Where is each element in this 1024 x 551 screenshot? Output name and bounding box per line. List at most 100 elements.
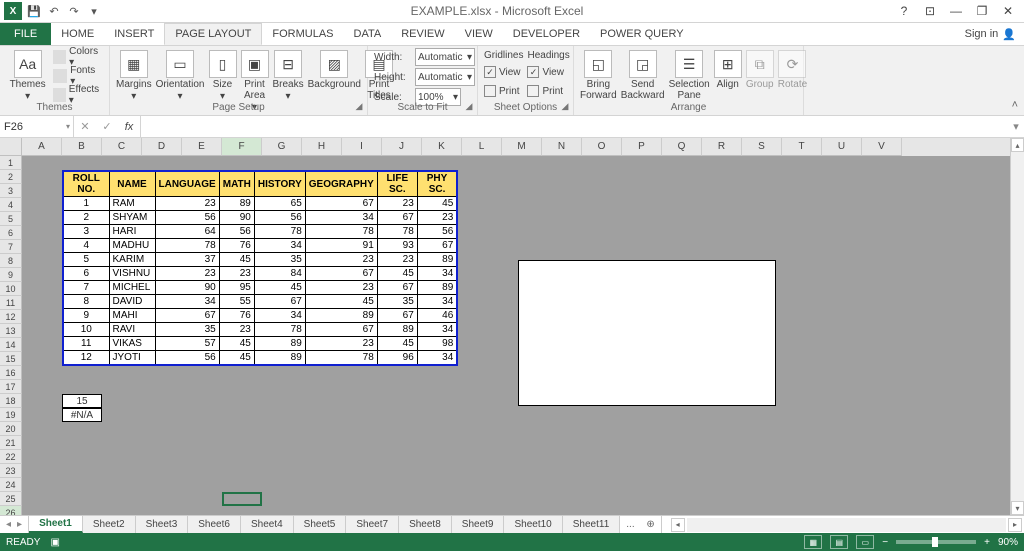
- cell-b19[interactable]: 15: [62, 394, 102, 408]
- col-header-V[interactable]: V: [862, 138, 902, 156]
- col-header-E[interactable]: E: [182, 138, 222, 156]
- table-cell[interactable]: 45: [219, 351, 254, 365]
- tab-insert[interactable]: INSERT: [104, 23, 164, 45]
- table-cell[interactable]: 45: [417, 197, 457, 211]
- col-header-T[interactable]: T: [782, 138, 822, 156]
- table-cell[interactable]: 67: [305, 267, 377, 281]
- minimize-icon[interactable]: —: [944, 1, 968, 21]
- sheet-tab-sheet7[interactable]: Sheet7: [346, 516, 399, 533]
- table-cell[interactable]: 95: [219, 281, 254, 295]
- table-cell[interactable]: 23: [305, 337, 377, 351]
- width-combo[interactable]: Automatic▾: [415, 48, 475, 66]
- col-header-N[interactable]: N: [542, 138, 582, 156]
- fonts-button[interactable]: Fonts ▾: [53, 67, 103, 85]
- hscroll-track[interactable]: [687, 518, 1006, 532]
- group-button[interactable]: ⧉Group: [746, 48, 774, 90]
- table-header[interactable]: NAME: [109, 171, 155, 197]
- sheet-tab-sheet5[interactable]: Sheet5: [294, 516, 347, 533]
- table-cell[interactable]: RAM: [109, 197, 155, 211]
- table-cell[interactable]: 8: [63, 295, 109, 309]
- table-cell[interactable]: 23: [155, 197, 219, 211]
- sheet-tab-sheet9[interactable]: Sheet9: [452, 516, 505, 533]
- scroll-down-icon[interactable]: ▾: [1011, 501, 1024, 515]
- table-cell[interactable]: 55: [219, 295, 254, 309]
- table-cell[interactable]: 10: [63, 323, 109, 337]
- cells-area[interactable]: Page 1 ROLL NO.NAMELANGUAGEMATHHISTORYGE…: [22, 156, 1010, 515]
- col-header-J[interactable]: J: [382, 138, 422, 156]
- sheet-tab-sheet4[interactable]: Sheet4: [241, 516, 294, 533]
- colors-button[interactable]: Colors ▾: [53, 48, 103, 66]
- row-header-11[interactable]: 11: [0, 296, 22, 310]
- tab-review[interactable]: REVIEW: [391, 23, 454, 45]
- send-backward-button[interactable]: ◲Send Backward: [621, 48, 665, 101]
- row-header-4[interactable]: 4: [0, 198, 22, 212]
- themes-button[interactable]: AaThemes▾: [6, 48, 49, 102]
- col-header-Q[interactable]: Q: [662, 138, 702, 156]
- row-header-12[interactable]: 12: [0, 310, 22, 324]
- row-header-20[interactable]: 20: [0, 422, 22, 436]
- zoom-level[interactable]: 90%: [998, 537, 1018, 548]
- table-cell[interactable]: 76: [219, 239, 254, 253]
- table-cell[interactable]: 90: [155, 281, 219, 295]
- table-cell[interactable]: 45: [305, 295, 377, 309]
- table-cell[interactable]: 90: [219, 211, 254, 225]
- sheet-tab-sheet8[interactable]: Sheet8: [399, 516, 452, 533]
- table-cell[interactable]: 84: [254, 267, 305, 281]
- row-header-17[interactable]: 17: [0, 380, 22, 394]
- gridlines-view-check[interactable]: ✓: [484, 66, 496, 78]
- col-header-O[interactable]: O: [582, 138, 622, 156]
- scroll-right-icon[interactable]: ▸: [1008, 518, 1022, 532]
- help-icon[interactable]: ?: [892, 1, 916, 21]
- table-cell[interactable]: JYOTI: [109, 351, 155, 365]
- row-header-10[interactable]: 10: [0, 282, 22, 296]
- table-header[interactable]: MATH: [219, 171, 254, 197]
- table-cell[interactable]: KARIM: [109, 253, 155, 267]
- new-sheet-icon[interactable]: ⊕: [641, 516, 661, 533]
- table-cell[interactable]: 3: [63, 225, 109, 239]
- background-button[interactable]: ▨Background: [308, 48, 361, 90]
- table-cell[interactable]: 98: [417, 337, 457, 351]
- row-header-13[interactable]: 13: [0, 324, 22, 338]
- table-cell[interactable]: MAHI: [109, 309, 155, 323]
- page-layout-view-icon[interactable]: ▤: [830, 535, 848, 549]
- table-cell[interactable]: 9: [63, 309, 109, 323]
- table-cell[interactable]: 23: [219, 323, 254, 337]
- table-cell[interactable]: 67: [377, 309, 417, 323]
- sheet-tab-sheet3[interactable]: Sheet3: [136, 516, 189, 533]
- page-break-view-icon[interactable]: ▭: [856, 535, 874, 549]
- table-cell[interactable]: DAVID: [109, 295, 155, 309]
- table-cell[interactable]: 35: [254, 253, 305, 267]
- name-box[interactable]: F26: [0, 116, 74, 137]
- table-cell[interactable]: 78: [377, 225, 417, 239]
- table-cell[interactable]: 67: [377, 211, 417, 225]
- tab-page-layout[interactable]: PAGE LAYOUT: [164, 23, 262, 45]
- row-header-8[interactable]: 8: [0, 254, 22, 268]
- table-cell[interactable]: 45: [219, 337, 254, 351]
- row-header-16[interactable]: 16: [0, 366, 22, 380]
- table-cell[interactable]: 35: [377, 295, 417, 309]
- align-button[interactable]: ⊞Align: [714, 48, 742, 90]
- table-cell[interactable]: 11: [63, 337, 109, 351]
- table-cell[interactable]: HARI: [109, 225, 155, 239]
- col-header-U[interactable]: U: [822, 138, 862, 156]
- table-cell[interactable]: 23: [219, 267, 254, 281]
- collapse-ribbon-icon[interactable]: ˄: [1012, 99, 1018, 111]
- row-header-6[interactable]: 6: [0, 226, 22, 240]
- zoom-out-icon[interactable]: −: [882, 537, 888, 548]
- table-cell[interactable]: 46: [417, 309, 457, 323]
- table-cell[interactable]: 56: [219, 225, 254, 239]
- save-icon[interactable]: 💾: [26, 3, 42, 19]
- sheet-nav-next-icon[interactable]: ▸: [17, 519, 22, 530]
- ribbon-options-icon[interactable]: ⊡: [918, 1, 942, 21]
- row-header-3[interactable]: 3: [0, 184, 22, 198]
- col-header-I[interactable]: I: [342, 138, 382, 156]
- table-cell[interactable]: 78: [254, 323, 305, 337]
- table-cell[interactable]: 78: [155, 239, 219, 253]
- table-cell[interactable]: 67: [254, 295, 305, 309]
- scroll-up-icon[interactable]: ▴: [1011, 138, 1024, 152]
- cancel-formula-icon[interactable]: ✕: [74, 120, 96, 133]
- sheet-tab-sheet1[interactable]: Sheet1: [29, 516, 83, 533]
- row-header-23[interactable]: 23: [0, 464, 22, 478]
- macro-record-icon[interactable]: ▣: [50, 537, 59, 548]
- breaks-button[interactable]: ⊟Breaks▾: [273, 48, 304, 102]
